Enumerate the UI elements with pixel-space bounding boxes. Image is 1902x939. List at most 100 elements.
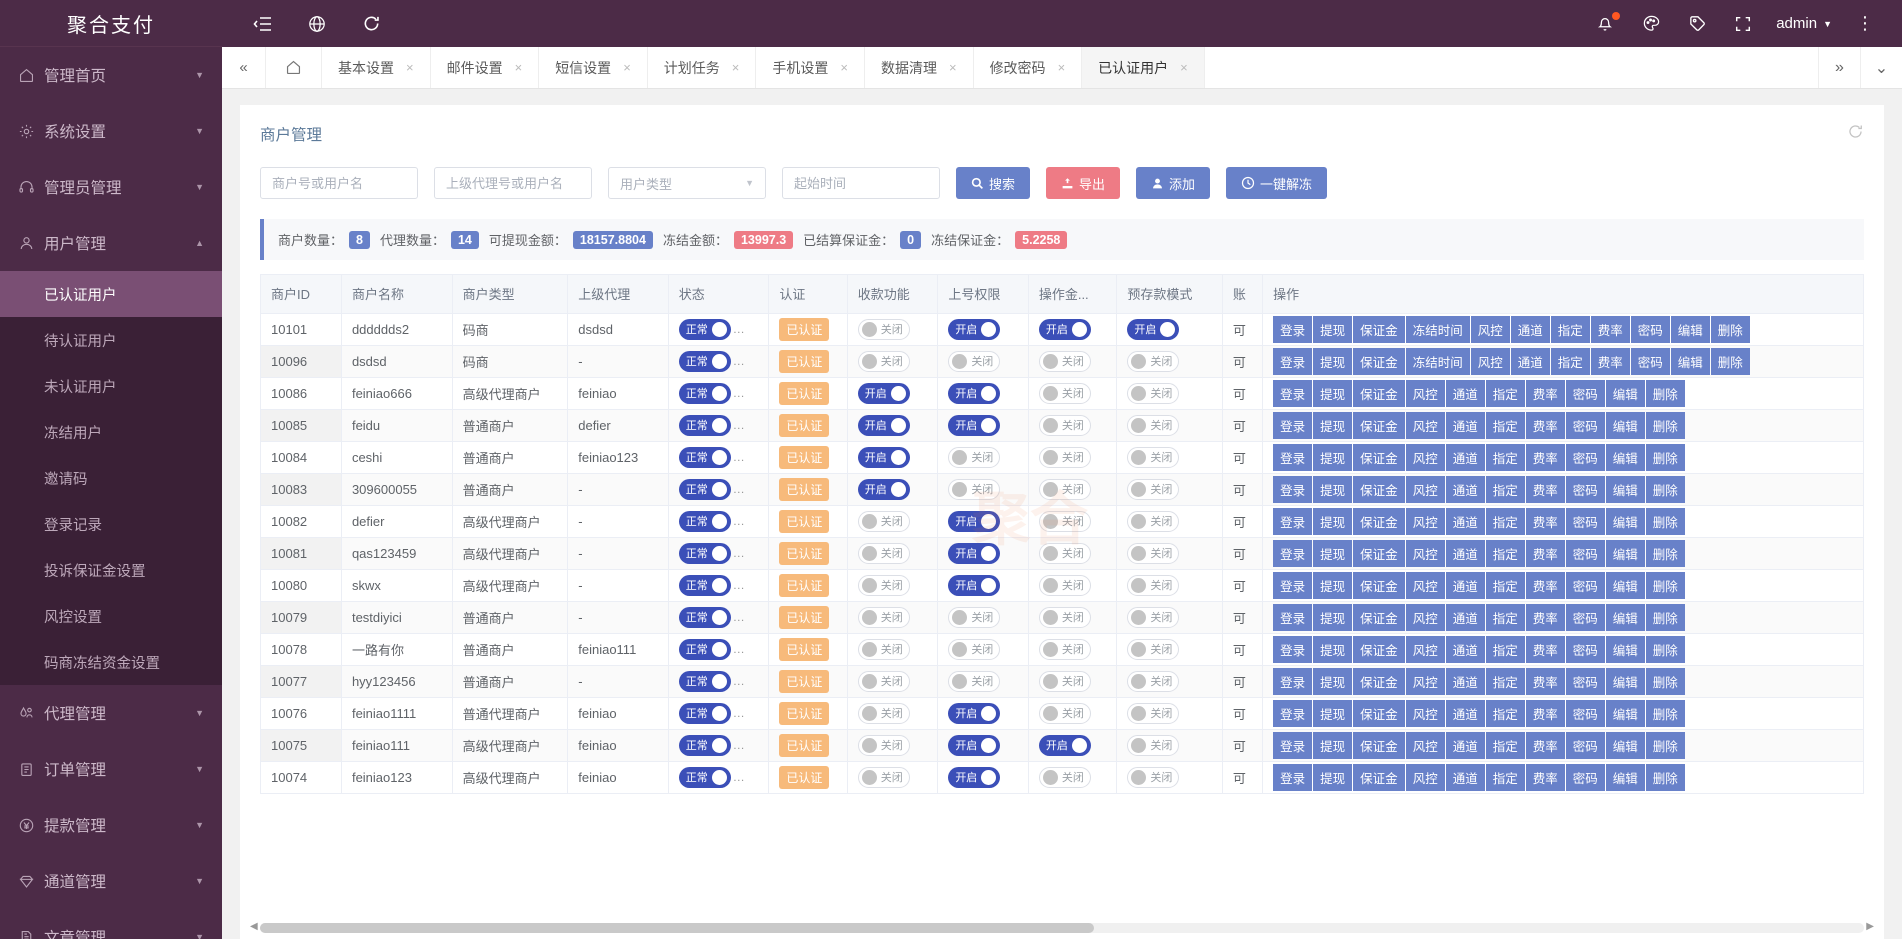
action-通道-button[interactable]: 通道 [1446, 636, 1485, 663]
action-通道-button[interactable]: 通道 [1511, 348, 1550, 375]
collect-toggle[interactable]: 关闭 [858, 511, 910, 532]
sidebar-item-6[interactable]: 订单管理▼ [0, 741, 222, 797]
action-密码-button[interactable]: 密码 [1566, 540, 1605, 567]
op-amount-toggle[interactable]: 关闭 [1039, 479, 1091, 500]
upload-toggle[interactable]: 开启 [948, 543, 1000, 564]
op-amount-toggle[interactable]: 关闭 [1039, 511, 1091, 532]
collect-toggle[interactable]: 关闭 [858, 767, 910, 788]
action-风控-button[interactable]: 风控 [1406, 604, 1445, 631]
unfreeze-button[interactable]: 一键解冻 [1226, 167, 1327, 199]
action-提现-button[interactable]: 提现 [1313, 604, 1352, 631]
action-删除-button[interactable]: 删除 [1646, 380, 1685, 407]
prepay-toggle[interactable]: 关闭 [1127, 447, 1179, 468]
action-密码-button[interactable]: 密码 [1566, 636, 1605, 663]
action-删除-button[interactable]: 删除 [1646, 572, 1685, 599]
status-toggle[interactable]: 正常 [679, 383, 731, 404]
sidebar-item-2[interactable]: 系统设置▼ [0, 103, 222, 159]
sidebar-item-9[interactable]: 文章管理▼ [0, 909, 222, 939]
status-toggle[interactable]: 正常 [679, 671, 731, 692]
action-编辑-button[interactable]: 编辑 [1606, 380, 1645, 407]
action-提现-button[interactable]: 提现 [1313, 636, 1352, 663]
action-密码-button[interactable]: 密码 [1566, 508, 1605, 535]
action-删除-button[interactable]: 删除 [1646, 700, 1685, 727]
tab-close-icon[interactable]: × [840, 60, 848, 75]
action-费率-button[interactable]: 费率 [1526, 380, 1565, 407]
status-toggle[interactable]: 正常 [679, 415, 731, 436]
action-冻结时间-button[interactable]: 冻结时间 [1406, 316, 1470, 343]
action-登录-button[interactable]: 登录 [1273, 572, 1312, 599]
action-风控-button[interactable]: 风控 [1406, 380, 1445, 407]
palette-icon[interactable] [1628, 0, 1674, 47]
action-删除-button[interactable]: 删除 [1711, 316, 1750, 343]
action-指定-button[interactable]: 指定 [1486, 764, 1525, 791]
tab-6[interactable]: 数据清理× [865, 47, 974, 88]
action-密码-button[interactable]: 密码 [1566, 380, 1605, 407]
sidebar-subitem-2[interactable]: 待认证用户 [0, 317, 222, 363]
scroll-left-icon[interactable]: ◀ [250, 921, 258, 932]
action-提现-button[interactable]: 提现 [1313, 732, 1352, 759]
action-风控-button[interactable]: 风控 [1406, 444, 1445, 471]
collect-toggle[interactable]: 关闭 [858, 543, 910, 564]
tab-home-icon[interactable] [266, 47, 322, 88]
action-提现-button[interactable]: 提现 [1313, 380, 1352, 407]
action-保证金-button[interactable]: 保证金 [1353, 540, 1405, 567]
sidebar-subitem-8[interactable]: 风控设置 [0, 593, 222, 639]
sidebar-subitem-4[interactable]: 冻结用户 [0, 409, 222, 455]
upload-toggle[interactable]: 开启 [948, 383, 1000, 404]
tabs-prev-icon[interactable]: « [222, 47, 266, 88]
tab-close-icon[interactable]: × [1058, 60, 1066, 75]
action-删除-button[interactable]: 删除 [1646, 540, 1685, 567]
sidebar-item-8[interactable]: 通道管理▼ [0, 853, 222, 909]
op-amount-toggle[interactable]: 关闭 [1039, 639, 1091, 660]
prepay-toggle[interactable]: 开启 [1127, 319, 1179, 340]
action-提现-button[interactable]: 提现 [1313, 700, 1352, 727]
collect-toggle[interactable]: 开启 [858, 447, 910, 468]
op-amount-toggle[interactable]: 关闭 [1039, 575, 1091, 596]
refresh-icon[interactable] [344, 0, 398, 47]
action-风控-button[interactable]: 风控 [1406, 732, 1445, 759]
action-编辑-button[interactable]: 编辑 [1606, 444, 1645, 471]
action-费率-button[interactable]: 费率 [1526, 732, 1565, 759]
upload-toggle[interactable]: 关闭 [948, 607, 1000, 628]
action-冻结时间-button[interactable]: 冻结时间 [1406, 348, 1470, 375]
prepay-toggle[interactable]: 关闭 [1127, 703, 1179, 724]
op-amount-toggle[interactable]: 关闭 [1039, 383, 1091, 404]
op-amount-toggle[interactable]: 关闭 [1039, 543, 1091, 564]
action-删除-button[interactable]: 删除 [1646, 668, 1685, 695]
action-登录-button[interactable]: 登录 [1273, 508, 1312, 535]
action-通道-button[interactable]: 通道 [1446, 604, 1485, 631]
action-保证金-button[interactable]: 保证金 [1353, 508, 1405, 535]
globe-icon[interactable] [290, 0, 344, 47]
more-options-icon[interactable]: ⋮ [1842, 0, 1888, 47]
bell-icon[interactable] [1582, 0, 1628, 47]
tab-3[interactable]: 短信设置× [539, 47, 648, 88]
action-通道-button[interactable]: 通道 [1446, 412, 1485, 439]
merchant-search-input[interactable] [260, 167, 418, 199]
action-删除-button[interactable]: 删除 [1646, 508, 1685, 535]
action-费率-button[interactable]: 费率 [1591, 348, 1630, 375]
action-通道-button[interactable]: 通道 [1446, 380, 1485, 407]
action-通道-button[interactable]: 通道 [1446, 540, 1485, 567]
prepay-toggle[interactable]: 关闭 [1127, 639, 1179, 660]
tabs-next-icon[interactable]: » [1818, 47, 1860, 88]
upload-toggle[interactable]: 开启 [948, 735, 1000, 756]
op-amount-toggle[interactable]: 开启 [1039, 735, 1091, 756]
action-风控-button[interactable]: 风控 [1471, 348, 1510, 375]
status-toggle[interactable]: 正常 [679, 543, 731, 564]
tab-8[interactable]: 已认证用户× [1082, 47, 1205, 88]
action-保证金-button[interactable]: 保证金 [1353, 572, 1405, 599]
status-toggle[interactable]: 正常 [679, 479, 731, 500]
action-编辑-button[interactable]: 编辑 [1606, 700, 1645, 727]
action-费率-button[interactable]: 费率 [1526, 572, 1565, 599]
action-费率-button[interactable]: 费率 [1526, 764, 1565, 791]
user-menu[interactable]: admin ▼ [1766, 15, 1842, 32]
action-风控-button[interactable]: 风控 [1406, 508, 1445, 535]
prepay-toggle[interactable]: 关闭 [1127, 671, 1179, 692]
export-button[interactable]: 导出 [1046, 167, 1120, 199]
action-登录-button[interactable]: 登录 [1273, 540, 1312, 567]
tab-close-icon[interactable]: × [515, 60, 523, 75]
action-提现-button[interactable]: 提现 [1313, 412, 1352, 439]
action-风控-button[interactable]: 风控 [1406, 572, 1445, 599]
action-风控-button[interactable]: 风控 [1471, 316, 1510, 343]
action-密码-button[interactable]: 密码 [1566, 732, 1605, 759]
